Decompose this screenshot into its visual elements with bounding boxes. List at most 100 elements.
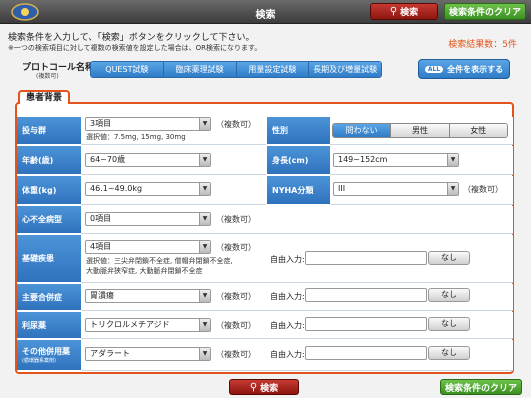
hf-type-label-text: 心不全病型 (22, 215, 62, 224)
protocol-tab-dose-finding[interactable]: 用量設定試験 (236, 62, 310, 77)
weight-select-value: 46.1~49.0kg (90, 184, 143, 193)
instructions: 検索条件を入力して、「検索」ボタンをクリックして下さい。 (8, 33, 255, 43)
dropdown-arrow-icon: ▼ (199, 241, 210, 253)
age-label: 年齢(歳) (17, 146, 81, 175)
hf-type-label: 心不全病型 (17, 206, 81, 234)
all-icon: ALL (424, 65, 444, 73)
diuretic-free-input[interactable] (305, 317, 427, 331)
nyha-select-value: III (338, 184, 346, 193)
hf-type-select-value: 0項目 (90, 214, 112, 223)
dropdown-arrow-icon: ▼ (199, 183, 210, 195)
protocol-sub: (複数可) (36, 73, 59, 80)
weight-select[interactable]: 46.1~49.0kg ▼ (85, 182, 211, 196)
disease-label: 基礎疾患 (17, 235, 81, 283)
disease-none-button[interactable]: なし (428, 251, 470, 265)
diuretic-free-label: 自由入力: (270, 321, 305, 330)
result-count: 検索結果数：5件 (448, 40, 517, 50)
diuretic-select-value: トリクロルメチアジド (90, 320, 170, 329)
other-drug-label-sub: (循環器系薬剤) (22, 358, 56, 364)
disease-label-text: 基礎疾患 (22, 254, 54, 263)
dropdown-arrow-icon: ▼ (199, 348, 210, 360)
top-bar: 検索 ⚲ 検索 検索条件のクリア (0, 0, 531, 24)
sex-option-any[interactable]: 問わない (333, 124, 392, 137)
dose-select-value: 3項目 (90, 119, 112, 128)
hf-type-select[interactable]: 0項目 ▼ (85, 212, 211, 226)
nyha-hint: （複数可） (463, 185, 503, 194)
age-label-text: 年齢(歳) (22, 155, 54, 165)
protocol-tab-quest[interactable]: QUEST試験 (91, 62, 164, 77)
note: ※一つの検索項目に対して複数の検索値を設定した場合は、OR検索になります。 (8, 44, 262, 52)
protocol-tab-pharmacology[interactable]: 臨床薬理試験 (163, 62, 237, 77)
dropdown-arrow-icon: ▼ (447, 183, 458, 195)
disease-select-value: 4項目 (90, 242, 112, 251)
dropdown-arrow-icon: ▼ (199, 319, 210, 331)
other-drug-none-button[interactable]: なし (428, 346, 470, 360)
height-select[interactable]: 149~152cm ▼ (333, 153, 459, 167)
sex-option-male[interactable]: 男性 (391, 124, 450, 137)
diuretic-label: 利尿薬 (17, 312, 81, 339)
search-button[interactable]: ⚲ 検索 (370, 3, 438, 20)
diuretic-none-button[interactable]: なし (428, 317, 470, 331)
dose-select[interactable]: 3項目 ▼ (85, 117, 211, 131)
complication-hint: （複数可） (216, 292, 256, 301)
dropdown-arrow-icon: ▼ (199, 154, 210, 166)
disease-desc-2: 大動脈弁狭窄症, 大動脈弁閉鎖不全症 (86, 267, 203, 275)
other-drug-label-text: その他併用薬 (22, 347, 70, 356)
disease-desc-1: 選択値：三尖弁閉鎖不全症, 僧帽弁閉鎖不全症, (86, 257, 233, 265)
other-drug-free-label: 自由入力: (270, 350, 305, 359)
dropdown-arrow-icon: ▼ (199, 118, 210, 130)
dropdown-arrow-icon: ▼ (199, 290, 210, 302)
dose-label-text: 投与群 (22, 126, 46, 135)
disease-free-label: 自由入力: (270, 255, 305, 264)
footer-clear-button[interactable]: 検索条件のクリア (440, 379, 522, 395)
complication-free-input[interactable] (305, 288, 427, 302)
weight-label-text: 体重(kg) (22, 185, 57, 195)
search-icon: ⚲ (249, 381, 258, 393)
complication-free-label: 自由入力: (270, 292, 305, 301)
footer-search-label: 検索 (260, 383, 279, 394)
other-drug-select-value: アダラート (90, 349, 130, 358)
sex-segmented: 問わない 男性 女性 (332, 123, 508, 138)
diuretic-select[interactable]: トリクロルメチアジド ▼ (85, 318, 211, 332)
weight-label: 体重(kg) (17, 176, 81, 205)
complication-label-text: 主要合併症 (22, 292, 62, 302)
other-drug-free-input[interactable] (305, 346, 427, 360)
height-label-text: 身長(cm) (272, 155, 309, 165)
diuretic-label-text: 利尿薬 (22, 320, 46, 330)
dose-desc: 選択値：7.5mg, 15mg, 30mg (86, 133, 186, 141)
other-drug-hint: （複数可） (216, 350, 256, 359)
height-label: 身長(cm) (267, 146, 330, 175)
complication-select-value: 胃潰瘍 (90, 291, 114, 300)
other-drug-select[interactable]: アダラート ▼ (85, 347, 211, 361)
footer-search-button[interactable]: ⚲ 検索 (229, 379, 299, 395)
age-select-value: 64~70歳 (90, 155, 126, 164)
dose-hint: （複数可） (216, 120, 256, 129)
diuretic-hint: （複数可） (216, 321, 256, 330)
search-icon: ⚲ (389, 6, 398, 17)
dropdown-arrow-icon: ▼ (199, 213, 210, 225)
protocol-tabs: QUEST試験 臨床薬理試験 用量設定試験 長期及び増量試験 (90, 61, 382, 78)
dose-label: 投与群 (17, 117, 81, 145)
nyha-label: NYHA分類 (267, 176, 330, 205)
sex-label-text: 性別 (272, 126, 288, 135)
show-all-button[interactable]: ALL 全件を表示する (418, 59, 510, 79)
sex-option-female[interactable]: 女性 (449, 124, 507, 137)
complication-select[interactable]: 胃潰瘍 ▼ (85, 289, 211, 303)
protocol-tab-long-term[interactable]: 長期及び増量試験 (309, 62, 381, 77)
sex-label: 性別 (267, 117, 330, 145)
disease-free-input[interactable] (305, 251, 427, 265)
panel-title: 患者背景 (18, 90, 70, 104)
show-all-label: 全件を表示する (447, 64, 504, 74)
nyha-select[interactable]: III ▼ (333, 182, 459, 196)
age-select[interactable]: 64~70歳 ▼ (85, 153, 211, 167)
complication-none-button[interactable]: なし (428, 288, 470, 302)
clear-button[interactable]: 検索条件のクリア (444, 3, 526, 20)
hf-type-hint: （複数可） (216, 215, 256, 224)
search-button-label: 検索 (400, 8, 419, 18)
nyha-label-text: NYHA分類 (272, 185, 314, 195)
complication-label: 主要合併症 (17, 284, 81, 311)
other-drug-label: その他併用薬 (循環器系薬剤) (17, 340, 81, 371)
disease-hint: （複数可） (216, 243, 256, 252)
height-select-value: 149~152cm (338, 155, 388, 164)
disease-select[interactable]: 4項目 ▼ (85, 240, 211, 254)
